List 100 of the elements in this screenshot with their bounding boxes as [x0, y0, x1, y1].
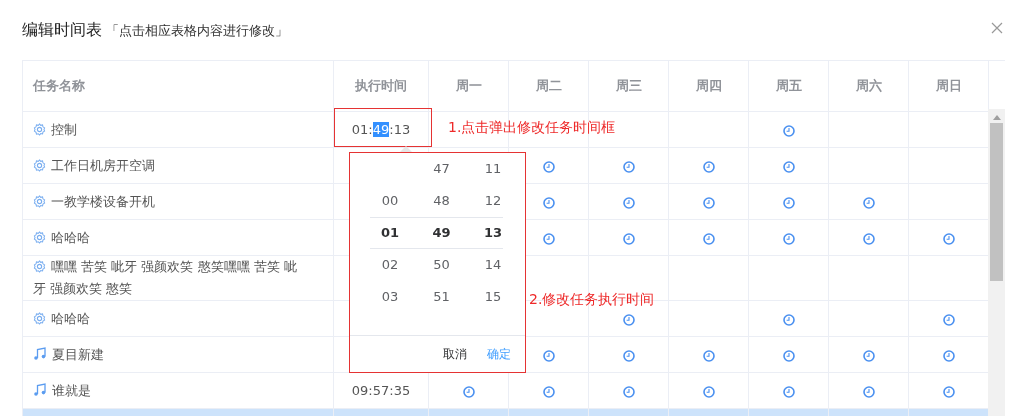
task-name[interactable]: 夏目新建 [33, 343, 303, 366]
clock-icon [782, 160, 795, 173]
column-header: 周四 [695, 78, 722, 93]
gear-icon [33, 122, 46, 136]
clock-icon [622, 232, 635, 245]
gear-icon [33, 194, 46, 208]
day-cell[interactable] [668, 147, 749, 184]
clock-icon [622, 196, 635, 209]
time-option[interactable]: 15 [484, 289, 502, 304]
day-cell[interactable] [588, 219, 669, 256]
day-cell[interactable] [748, 147, 829, 184]
time-option[interactable]: 49 [432, 225, 451, 240]
task-name[interactable]: 工作日机房开空调 [33, 154, 303, 177]
annotation: 1.点击弹出修改任务时间框 [448, 119, 616, 137]
clock-icon [862, 349, 875, 362]
column-header: 周五 [775, 78, 802, 93]
day-cell[interactable] [668, 183, 749, 220]
time-option[interactable]: 12 [484, 193, 502, 208]
clock-icon [782, 232, 795, 245]
clock-icon [702, 232, 715, 245]
clock-icon [622, 313, 635, 326]
day-cell[interactable] [668, 372, 749, 409]
time-option[interactable]: 14 [484, 257, 502, 272]
clock-icon [782, 124, 795, 137]
execution-time[interactable]: 01:49:13 [351, 122, 411, 137]
task-name[interactable]: 哈哈哈 [33, 226, 303, 249]
day-cell[interactable] [828, 372, 909, 409]
column-header: 任务名称 [33, 78, 85, 93]
column-header: 周一 [455, 78, 482, 93]
clock-icon [542, 196, 555, 209]
column-header: 周日 [935, 78, 962, 93]
name-cell[interactable]: 控制 [22, 111, 334, 148]
clock-icon [702, 160, 715, 173]
clock-icon [862, 196, 875, 209]
music-note-icon [33, 382, 47, 397]
time-option[interactable]: 13 [483, 225, 503, 240]
scrollbar-thumb[interactable] [990, 123, 1003, 281]
execution-time[interactable]: 09:57:35 [351, 383, 411, 398]
task-name[interactable]: 控制 [33, 118, 303, 141]
time-option[interactable]: 02 [381, 257, 399, 272]
task-name[interactable]: 谁就是 [33, 379, 303, 402]
day-cell[interactable] [668, 219, 749, 256]
time-option[interactable]: 48 [433, 193, 450, 208]
column-header: 周三 [615, 78, 642, 93]
day-cell[interactable] [588, 183, 669, 220]
clock-icon [702, 385, 715, 398]
name-cell[interactable]: 夏目新建 [22, 336, 334, 373]
time-option[interactable]: 51 [433, 289, 450, 304]
dialog-hint: 「点击相应表格内容进行修改」 [106, 22, 288, 40]
clock-icon [782, 196, 795, 209]
clock-icon [462, 385, 475, 398]
gear-icon [33, 158, 46, 172]
column-header: 周六 [855, 78, 882, 93]
day-cell[interactable] [748, 219, 829, 256]
clock-icon [782, 349, 795, 362]
day-cell[interactable] [748, 111, 829, 148]
day-cell[interactable] [748, 372, 829, 409]
task-name[interactable]: 哈哈哈 [33, 307, 303, 330]
name-cell[interactable]: 谁就是 [22, 372, 334, 409]
clock-icon [942, 232, 955, 245]
day-cell[interactable] [748, 336, 829, 373]
day-cell[interactable] [828, 183, 909, 220]
cancel-button[interactable]: 取消 [435, 343, 475, 365]
time-option[interactable]: 01 [380, 225, 400, 240]
clock-icon [942, 313, 955, 326]
time-option[interactable]: 50 [433, 257, 450, 272]
clock-icon [542, 385, 555, 398]
scroll-up-icon[interactable] [992, 115, 1001, 120]
name-cell[interactable]: 工作日机房开空调 [22, 147, 334, 184]
day-cell[interactable] [588, 336, 669, 373]
day-cell[interactable] [668, 336, 749, 373]
clock-icon [622, 385, 635, 398]
day-cell[interactable] [588, 372, 669, 409]
name-cell[interactable]: 嘿嘿 苦笑 呲牙 强颜欢笑 憨笑嘿嘿 苦笑 呲牙 强颜欢笑 憨笑 [22, 255, 334, 301]
annotation: 2.修改任务执行时间 [529, 291, 655, 309]
close-icon[interactable] [991, 22, 1003, 34]
time-option[interactable]: 00 [381, 193, 399, 208]
time-option[interactable]: 03 [381, 289, 399, 304]
time-option[interactable]: 47 [433, 161, 450, 176]
day-cell[interactable] [828, 336, 909, 373]
task-name[interactable]: 嘿嘿 苦笑 呲牙 强颜欢笑 憨笑嘿嘿 苦笑 呲牙 强颜欢笑 憨笑 [33, 256, 303, 300]
clock-icon [542, 232, 555, 245]
name-cell[interactable]: 哈哈哈 [22, 300, 334, 337]
day-cell[interactable] [828, 219, 909, 256]
column-header: 周二 [535, 78, 562, 93]
name-cell[interactable]: 哈哈哈 [22, 219, 334, 256]
clock-icon [862, 232, 875, 245]
dialog-title: 编辑时间表 [22, 20, 102, 41]
clock-icon [782, 313, 795, 326]
clock-icon [542, 160, 555, 173]
column-header: 执行时间 [355, 78, 407, 93]
day-cell[interactable] [748, 183, 829, 220]
scrollbar[interactable] [988, 109, 1005, 416]
clock-icon [942, 385, 955, 398]
name-cell[interactable]: 一教学楼设备开机 [22, 183, 334, 220]
gear-icon [33, 230, 46, 244]
day-cell[interactable] [588, 147, 669, 184]
day-cell[interactable] [748, 300, 829, 337]
task-name[interactable]: 一教学楼设备开机 [33, 190, 303, 213]
time-option[interactable]: 11 [484, 161, 502, 176]
